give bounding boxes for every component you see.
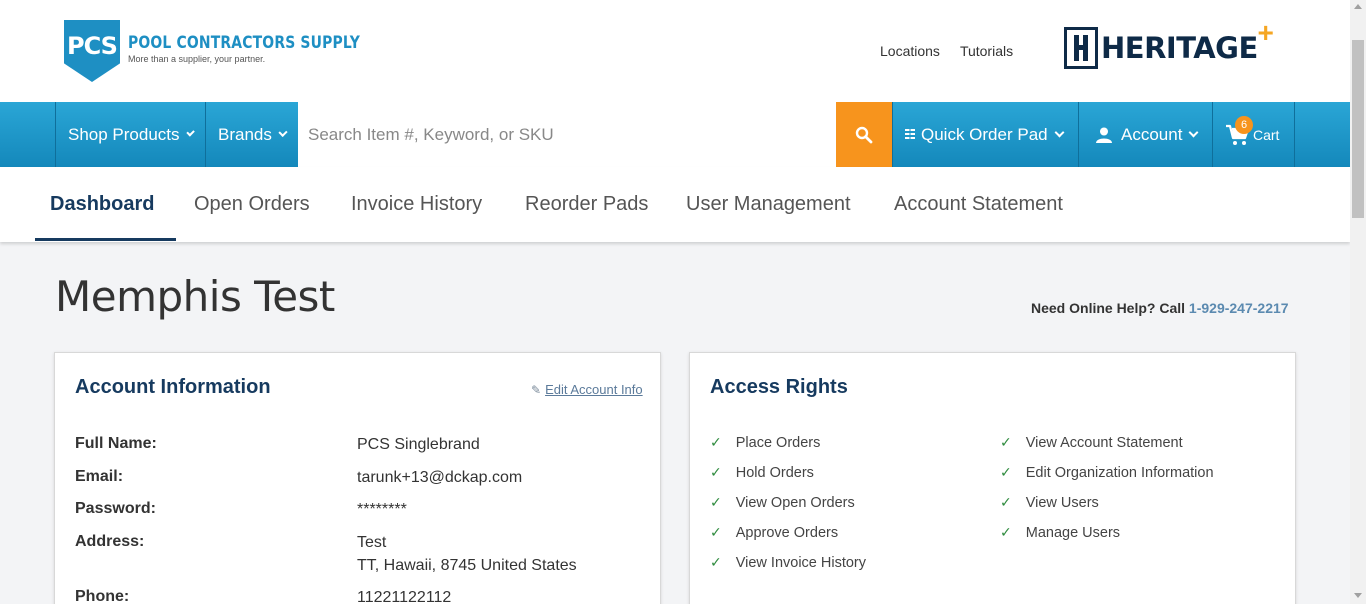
right-view-open-orders: ✓ View Open Orders bbox=[710, 494, 855, 511]
site-header: PCS POOL CONTRACTORS SUPPLY More than a … bbox=[0, 0, 1350, 102]
cart-button[interactable]: Cart bbox=[1212, 102, 1295, 167]
help-phone-link[interactable]: 1-929-247-2217 bbox=[1189, 300, 1289, 316]
tab-account-statement[interactable]: Account Statement bbox=[894, 167, 1063, 242]
pencil-icon: ✎ bbox=[531, 383, 542, 397]
chevron-down-icon bbox=[1188, 127, 1199, 138]
tab-invoice-history[interactable]: Invoice History bbox=[351, 167, 482, 242]
heritage-logo[interactable]: HERITAGE + bbox=[1064, 17, 1274, 69]
shop-products-menu[interactable]: Shop Products bbox=[55, 102, 205, 167]
quick-order-pad-menu[interactable]: Quick Order Pad bbox=[892, 102, 1078, 167]
right-label: View Invoice History bbox=[735, 554, 867, 571]
main-nav: Shop Products Brands Quick Order Pad Acc… bbox=[0, 102, 1350, 167]
email-label: Email: bbox=[75, 468, 124, 485]
pcs-logo[interactable]: PCS POOL CONTRACTORS SUPPLY More than a … bbox=[64, 20, 411, 82]
logo-text: POOL CONTRACTORS SUPPLY More than a supp… bbox=[128, 33, 411, 64]
tab-open-orders[interactable]: Open Orders bbox=[194, 167, 310, 242]
right-edit-organization-information: ✓ Edit Organization Information bbox=[1000, 464, 1214, 481]
chevron-down-icon bbox=[185, 128, 195, 137]
tutorials-link[interactable]: Tutorials bbox=[960, 43, 1013, 59]
chevron-down-icon bbox=[1054, 127, 1065, 138]
password-label: Password: bbox=[75, 500, 156, 517]
password-value: ******** bbox=[357, 501, 407, 518]
check-icon: ✓ bbox=[710, 554, 722, 570]
list-icon bbox=[905, 128, 915, 141]
scroll-down-arrow-icon[interactable] bbox=[1354, 593, 1362, 598]
phone-label: Phone: bbox=[75, 588, 130, 604]
right-label: View Account Statement bbox=[1025, 434, 1183, 451]
search-input[interactable] bbox=[298, 102, 836, 167]
tab-reorder-pads[interactable]: Reorder Pads bbox=[525, 167, 648, 242]
full-name-value: PCS Singlebrand bbox=[357, 436, 480, 453]
check-icon: ✓ bbox=[1000, 524, 1012, 540]
user-icon bbox=[1096, 127, 1112, 143]
active-tab-indicator bbox=[35, 238, 176, 241]
access-rights-card: Access Rights ✓ Place Orders ✓ Hold Orders… bbox=[689, 352, 1296, 604]
check-icon: ✓ bbox=[710, 464, 722, 480]
account-information-card: Account Information ✎ Edit Account Info F… bbox=[54, 352, 661, 604]
right-label: View Open Orders bbox=[735, 494, 855, 511]
right-manage-users: ✓ Manage Users bbox=[1000, 524, 1120, 541]
address-line1: Test bbox=[357, 534, 387, 551]
right-place-orders: ✓ Place Orders bbox=[710, 434, 820, 451]
phone-value: 11221122112 bbox=[357, 589, 452, 604]
right-label: Place Orders bbox=[735, 434, 821, 451]
check-icon: ✓ bbox=[710, 494, 722, 510]
right-hold-orders: ✓ Hold Orders bbox=[710, 464, 814, 481]
logo-tagline: More than a supplier, your partner. bbox=[128, 53, 266, 64]
heritage-h-icon bbox=[1064, 27, 1098, 69]
account-information-title: Account Information bbox=[75, 376, 271, 398]
right-view-account-statement: ✓ View Account Statement bbox=[1000, 434, 1183, 451]
access-rights-title: Access Rights bbox=[710, 376, 848, 398]
check-icon: ✓ bbox=[1000, 434, 1012, 450]
check-icon: ✓ bbox=[1000, 494, 1012, 510]
brands-label: Brands bbox=[218, 124, 272, 144]
account-tabs: Dashboard Open Orders Invoice History Re… bbox=[0, 167, 1350, 242]
address-line2: TT, Hawaii, 8745 United States bbox=[357, 557, 577, 574]
scrollbar-thumb[interactable] bbox=[1352, 40, 1364, 218]
check-icon: ✓ bbox=[710, 524, 722, 540]
heritage-plus-icon: + bbox=[1257, 17, 1274, 48]
tab-user-management[interactable]: User Management bbox=[686, 167, 851, 242]
right-label: Approve Orders bbox=[735, 524, 839, 541]
right-label: View Users bbox=[1025, 494, 1099, 511]
account-label: Account bbox=[1121, 124, 1183, 144]
quick-order-label: Quick Order Pad bbox=[921, 124, 1048, 144]
edit-account-info-link[interactable]: ✎ Edit Account Info bbox=[531, 382, 643, 397]
account-menu[interactable]: Account bbox=[1078, 102, 1212, 167]
check-icon: ✓ bbox=[710, 434, 722, 450]
locations-link[interactable]: Locations bbox=[880, 43, 940, 59]
search-icon bbox=[855, 126, 873, 143]
help-text: Need Online Help? Call 1-929-247-2217 bbox=[1031, 300, 1289, 316]
full-name-label: Full Name: bbox=[75, 435, 157, 452]
right-label: Edit Organization Information bbox=[1025, 464, 1214, 481]
cart-label: Cart bbox=[1253, 126, 1280, 143]
right-label: Manage Users bbox=[1025, 524, 1121, 541]
edit-account-info-label: Edit Account Info bbox=[545, 382, 643, 397]
search-button[interactable] bbox=[836, 102, 892, 167]
chevron-down-icon bbox=[278, 127, 288, 138]
brands-menu[interactable]: Brands bbox=[205, 102, 298, 167]
tab-dashboard[interactable]: Dashboard bbox=[50, 167, 154, 242]
page-title: Memphis Test bbox=[55, 272, 335, 321]
right-view-invoice-history: ✓ View Invoice History bbox=[710, 554, 866, 571]
top-links: Locations Tutorials bbox=[880, 43, 1013, 59]
cart-count-badge: 6 bbox=[1235, 116, 1253, 134]
pcs-shield-logo-mark: PCS bbox=[64, 20, 120, 82]
logo-name: POOL CONTRACTORS SUPPLY bbox=[128, 32, 361, 53]
check-icon: ✓ bbox=[1000, 464, 1012, 480]
right-approve-orders: ✓ Approve Orders bbox=[710, 524, 838, 541]
scroll-up-arrow-icon[interactable] bbox=[1354, 4, 1362, 9]
help-prefix: Need Online Help? Call bbox=[1031, 300, 1189, 316]
heritage-logo-text: HERITAGE bbox=[1101, 31, 1258, 65]
address-label: Address: bbox=[75, 533, 145, 550]
shop-products-label: Shop Products bbox=[68, 124, 180, 144]
right-view-users: ✓ View Users bbox=[1000, 494, 1099, 511]
right-label: Hold Orders bbox=[735, 464, 814, 481]
email-value: tarunk+13@dckap.com bbox=[357, 469, 523, 486]
